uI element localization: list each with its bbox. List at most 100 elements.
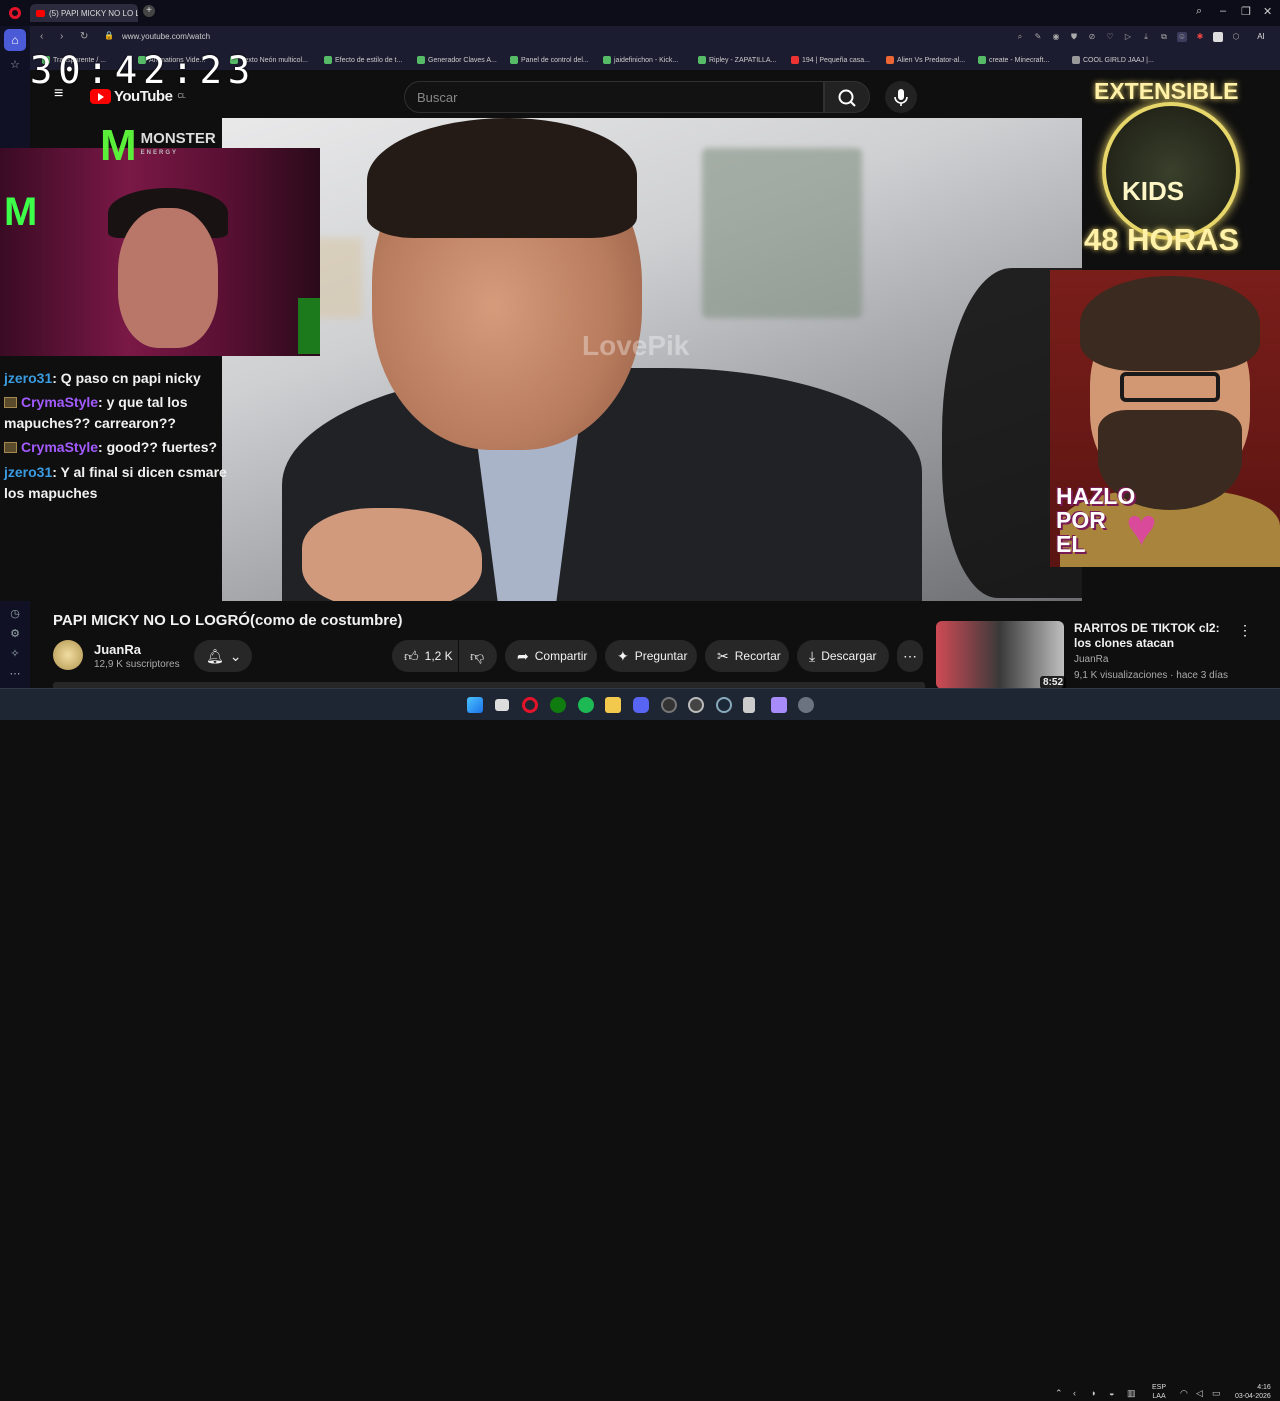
close-window-button[interactable]: ✕: [1263, 5, 1272, 18]
settings-gear-icon[interactable]: ⚙: [8, 627, 22, 641]
volume-icon[interactable]: ◁: [1196, 1388, 1203, 1399]
tray-app-icon[interactable]: ◗: [1091, 1388, 1096, 1398]
ask-button[interactable]: ✦ Preguntar: [605, 640, 697, 672]
steam-icon[interactable]: [716, 697, 732, 713]
clip-button[interactable]: ✂ Recortar: [705, 640, 789, 672]
voice-search-button[interactable]: [885, 81, 917, 113]
extension-white-icon[interactable]: [1213, 32, 1223, 42]
task-view-icon[interactable]: [495, 699, 509, 711]
more-dots-icon: ⋯: [903, 647, 917, 664]
back-arrow-icon[interactable]: ‹: [40, 31, 43, 42]
bookmark-item[interactable]: jaidefinichon - Kick...: [603, 56, 678, 64]
pin-icon[interactable]: ☆: [8, 58, 22, 72]
maximize-button[interactable]: ❐: [1241, 5, 1251, 18]
opera-logo-icon[interactable]: [9, 7, 21, 19]
video-watermark: LovePik: [582, 330, 690, 361]
video-title: PAPI MICKY NO LO LOGRÓ(como de costumbre…: [53, 612, 403, 629]
channel-avatar[interactable]: [53, 640, 83, 670]
sparkle-icon: ✦: [617, 648, 629, 664]
dislike-button[interactable]: 👎︎: [459, 640, 497, 672]
search-icon: [838, 89, 856, 107]
bookmark-item[interactable]: create - Minecraft...: [978, 56, 1049, 64]
heart-icon[interactable]: ♡: [1105, 32, 1115, 42]
more-actions-button[interactable]: ⋯: [897, 640, 923, 672]
extensible-title: EXTENSIBLE: [1094, 78, 1239, 104]
clock[interactable]: 4:16 03-04-2026: [1235, 1383, 1271, 1401]
bookmark-icon: [417, 56, 425, 64]
chat-message: jzero31: Y al final si dicen csmare los …: [4, 464, 227, 501]
lock-icon: 🔒: [104, 31, 114, 40]
reload-icon[interactable]: ↻: [80, 31, 88, 42]
search-button[interactable]: [824, 81, 870, 113]
streamer-avatar-art: ♥ HAZLO POR EL: [1050, 270, 1280, 567]
bookmark-item[interactable]: Generador Claves A...: [417, 56, 497, 64]
download-icon[interactable]: ⤓: [1141, 32, 1151, 42]
like-button[interactable]: 👍︎ 1,2 K: [392, 640, 458, 672]
recommended-channel[interactable]: JuanRa: [1074, 654, 1108, 665]
bookmark-item[interactable]: Alien Vs Predator-al...: [886, 56, 965, 64]
video-background-car: [702, 148, 862, 318]
file-explorer-icon[interactable]: [605, 697, 621, 713]
language-indicator[interactable]: ESP LAA: [1152, 1383, 1166, 1401]
windows-start-icon[interactable]: [467, 697, 483, 713]
ai-button[interactable]: AI: [1251, 32, 1271, 42]
subscriber-count: 12,9 K suscriptores: [94, 659, 180, 670]
profile-icon[interactable]: ☺: [1177, 32, 1187, 42]
snapshot-icon[interactable]: ⧉: [1159, 32, 1169, 42]
video-player[interactable]: LovePik: [222, 118, 1082, 601]
new-tab-button[interactable]: +: [143, 5, 155, 17]
recommended-title[interactable]: RARITOS DE TIKTOK cl2: los clones atacan: [1074, 621, 1222, 651]
wifi-icon[interactable]: ◠: [1180, 1388, 1188, 1399]
extension-red-icon[interactable]: ✱: [1195, 32, 1205, 42]
tray-arrow-icon[interactable]: ⌃: [1055, 1388, 1063, 1399]
download-button[interactable]: ⤓ Descargar: [797, 640, 889, 672]
obs-icon[interactable]: [661, 697, 677, 713]
recommended-meta: 9,1 K visualizaciones · hace 3 días: [1074, 670, 1228, 681]
bookmark-item[interactable]: COOL GIRLD JAAJ |...: [1072, 56, 1154, 64]
edit-icon[interactable]: ✎: [1033, 32, 1043, 42]
search-page-icon[interactable]: ⌕: [1015, 32, 1025, 42]
forward-arrow-icon[interactable]: ›: [60, 31, 63, 42]
address-bar-row: ‹ › ↻ 🔒 www.youtube.com/watch ⌕ ✎ ◉ ⛊ ⊘ …: [30, 26, 1280, 50]
bookmark-item[interactable]: 194 | Pequeña casa...: [791, 56, 870, 64]
spotify-icon[interactable]: [578, 697, 594, 713]
extensions-puzzle-icon[interactable]: ⬡: [1231, 32, 1241, 42]
recommended-more-icon[interactable]: ⋮: [1238, 622, 1252, 639]
more-dots-icon[interactable]: ⋯: [8, 667, 22, 681]
notepad-icon[interactable]: [743, 697, 755, 713]
scissors-icon: ✂: [717, 648, 729, 664]
shield-icon[interactable]: ⛊: [1069, 32, 1079, 42]
bookmark-item[interactable]: Efecto de estilo de t...: [324, 56, 402, 64]
discord-icon[interactable]: [633, 697, 649, 713]
chrome-icon[interactable]: [688, 697, 704, 713]
browser-tab-active[interactable]: (5) PAPI MICKY NO LO LO: [30, 4, 138, 22]
channel-name[interactable]: JuanRa: [94, 642, 141, 657]
play-icon[interactable]: ▷: [1123, 32, 1133, 42]
sub-badge-icon: [4, 397, 17, 408]
camera-icon[interactable]: ◉: [1051, 32, 1061, 42]
lightbulb-icon[interactable]: ✧: [8, 647, 22, 661]
bookmark-item[interactable]: Panel de control del...: [510, 56, 589, 64]
bookmark-item[interactable]: Ripley - ZAPATILLA...: [698, 56, 776, 64]
settings-gear-icon[interactable]: [798, 697, 814, 713]
tray-app-icon[interactable]: ◒: [1109, 1388, 1114, 1398]
tray-app-icon[interactable]: ‹: [1073, 1388, 1076, 1398]
minimize-button[interactable]: –: [1220, 5, 1226, 17]
opera-taskbar-icon[interactable]: [522, 697, 538, 713]
history-icon[interactable]: ◷: [8, 607, 22, 621]
home-icon[interactable]: ⌂: [4, 29, 26, 51]
bookmark-icon: [791, 56, 799, 64]
kids-label: KIDS: [1122, 176, 1185, 206]
battery-icon[interactable]: ▭: [1212, 1388, 1221, 1399]
chat-overlay: jzero31: Q paso cn papi nicky CrymaStyle…: [0, 356, 227, 601]
xbox-icon[interactable]: [550, 697, 566, 713]
search-input[interactable]: Buscar: [404, 81, 824, 113]
tray-app-icon[interactable]: ▥: [1127, 1388, 1136, 1399]
notifications-button[interactable]: 🔔︎ ⌄: [194, 640, 252, 672]
app-icon[interactable]: [771, 697, 787, 713]
search-tabs-icon[interactable]: ⌕: [1196, 5, 1202, 18]
share-button[interactable]: ➦ Compartir: [505, 640, 597, 672]
adblock-icon[interactable]: ⊘: [1087, 32, 1097, 42]
url-field[interactable]: www.youtube.com/watch: [122, 32, 210, 41]
chat-message: CrymaStyle: y que tal los mapuches?? car…: [4, 394, 188, 431]
